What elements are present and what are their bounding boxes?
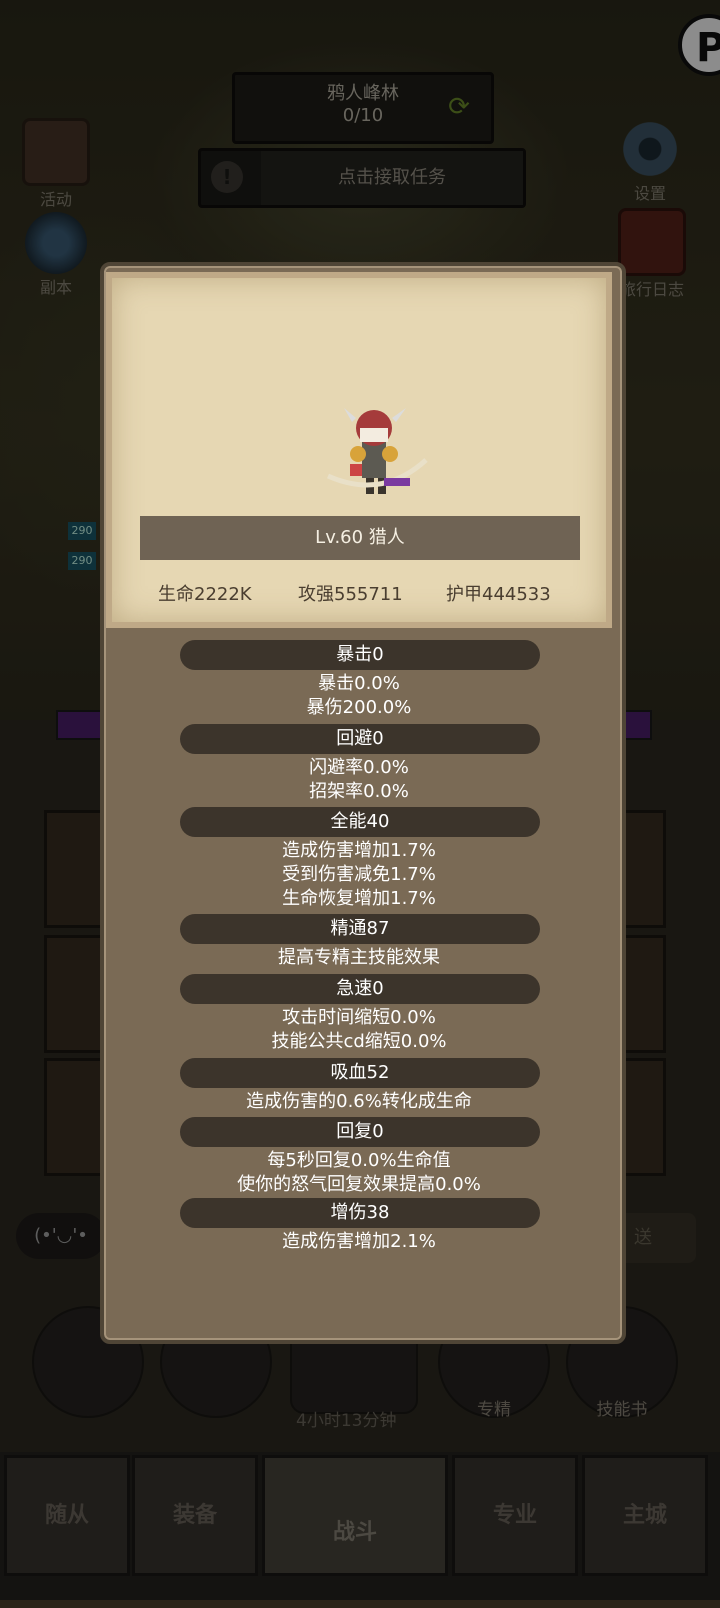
stat-detail: 攻击时间缩短0.0% xyxy=(282,1007,436,1028)
hunter-character-icon xyxy=(326,408,428,494)
stat-detail: 暴击0.0% xyxy=(318,673,400,694)
attack-stat: 攻强555711 xyxy=(298,584,403,605)
stat-detail: 技能公共cd缩短0.0% xyxy=(271,1031,447,1052)
stat-detail: 暴伤200.0% xyxy=(306,697,412,718)
stat-header-versatility: 全能40 xyxy=(180,807,540,837)
character-level-class: Lv.60 猎人 xyxy=(140,516,580,560)
stat-header-avoidance: 回避0 xyxy=(180,724,540,754)
stat-header-leech: 吸血52 xyxy=(180,1058,540,1088)
hp-stat: 生命2222K xyxy=(158,584,252,605)
armor-stat: 护甲444533 xyxy=(446,584,551,605)
stat-detail: 每5秒回复0.0%生命值 xyxy=(267,1150,451,1171)
stat-header-haste: 急速0 xyxy=(180,974,540,1004)
stat-header-regen: 回复0 xyxy=(180,1117,540,1147)
stat-detail: 提高专精主技能效果 xyxy=(278,947,440,968)
stat-detail: 造成伤害的0.6%转化成生命 xyxy=(246,1091,472,1112)
stat-header-crit: 暴击0 xyxy=(180,640,540,670)
stat-detail: 造成伤害增加2.1% xyxy=(282,1231,436,1252)
stat-detail: 使你的怒气回复效果提高0.0% xyxy=(237,1174,481,1195)
stat-detail: 造成伤害增加1.7% xyxy=(282,840,436,861)
stat-detail: 受到伤害减免1.7% xyxy=(282,864,436,885)
stat-detail: 闪避率0.0% xyxy=(309,757,409,778)
stat-header-damage-bonus: 增伤38 xyxy=(180,1198,540,1228)
stat-detail: 生命恢复增加1.7% xyxy=(282,888,436,909)
stat-detail: 招架率0.0% xyxy=(309,781,409,802)
stat-header-mastery: 精通87 xyxy=(180,914,540,944)
